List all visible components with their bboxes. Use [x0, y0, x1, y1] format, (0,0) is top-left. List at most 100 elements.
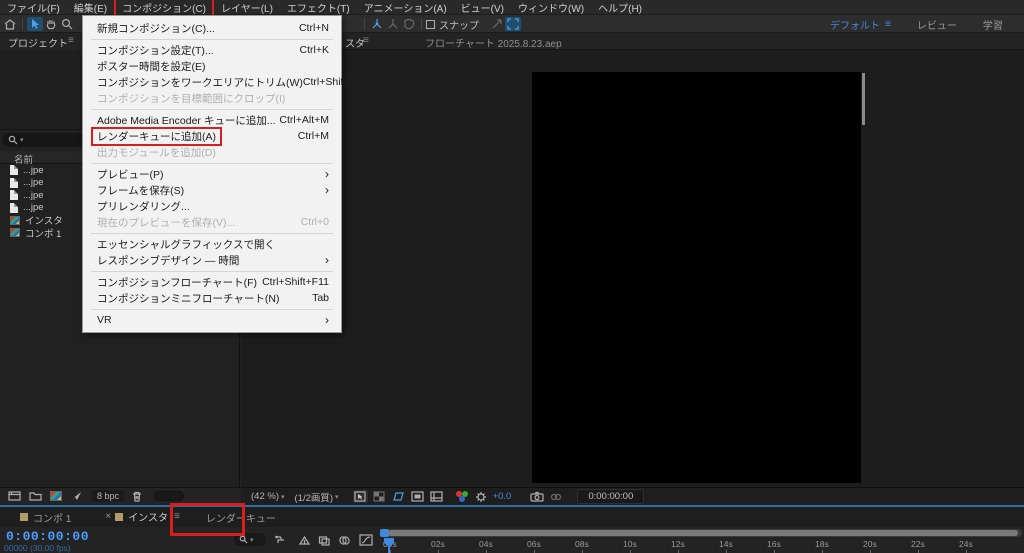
file-icon [10, 178, 18, 188]
magnification-select[interactable]: (42 %) ▾ [251, 491, 285, 502]
channel-settings-icon[interactable] [456, 491, 470, 503]
menu-item-composition-settings[interactable]: コンポジション設定(T)...Ctrl+K [83, 42, 341, 58]
chevron-down-icon: ▾ [335, 493, 339, 501]
workspace-tab-learn[interactable]: 学習 [983, 17, 1003, 32]
viewer-scrollbar[interactable] [862, 73, 865, 125]
file-icon [10, 190, 18, 200]
trash-icon[interactable] [132, 491, 142, 502]
menu-layer[interactable]: レイヤー(L) [214, 0, 280, 16]
selection-tool-icon[interactable] [27, 17, 43, 31]
ruler-tick: 22s [911, 539, 925, 549]
menu-item-vr[interactable]: VR› [83, 312, 341, 328]
menu-item-add-to-render-queue[interactable]: レンダーキューに追加(A) Ctrl+M [83, 128, 341, 144]
zoom-tool-icon[interactable] [59, 17, 75, 31]
resolution-select[interactable]: (1/2画質) ▾ [295, 490, 339, 504]
ruler-tick: 04s [479, 539, 493, 549]
project-footer: 8 bpc [0, 487, 240, 504]
show-snapshot-icon[interactable] [548, 490, 563, 503]
transform-gizmo-icon[interactable] [505, 17, 521, 31]
snap-label: スナップ [439, 17, 479, 32]
menu-item-trim-to-workarea[interactable]: コンポジションをワークエリアにトリム(W)Ctrl+Shift+X [83, 74, 341, 90]
menu-item-composition-mini-flowchart[interactable]: コンポジションミニフローチャート(N)Tab [83, 290, 341, 306]
menu-item-crop-to-region: コンポジションを目標範囲にクロップ(I) [83, 90, 341, 106]
menu-file[interactable]: ファイル(F) [0, 0, 67, 16]
search-icon [8, 135, 18, 145]
ruler-tick: 06s [527, 539, 541, 549]
world-axis-mode-icon[interactable] [385, 17, 401, 31]
transparency-grid-icon[interactable] [372, 490, 387, 503]
workspace-tab-review[interactable]: レビュー [917, 17, 957, 32]
menu-item-add-output-module: 出力モジュールを追加(D) [83, 144, 341, 160]
composition-icon [10, 228, 20, 237]
playhead-line [388, 546, 390, 553]
menu-window[interactable]: ウィンドウ(W) [511, 0, 591, 16]
render-queue-tab-highlight-box [170, 503, 245, 536]
project-settings-icon[interactable] [70, 491, 82, 501]
menu-item-set-poster-time[interactable]: ポスター時間を設定(E) [83, 58, 341, 74]
new-folder-icon[interactable] [29, 491, 42, 501]
composition-viewer[interactable] [241, 50, 1024, 487]
menu-separator [91, 163, 333, 164]
viewer-timecode-field[interactable]: 0:00:00:00 [577, 489, 644, 504]
home-icon[interactable] [2, 17, 18, 31]
exposure-gear-icon[interactable] [474, 490, 489, 503]
timeline-content: 0:00:00:00 00000 (30.00 fps) ▾ [0, 527, 1024, 553]
menu-edit[interactable]: 編集(E) [67, 0, 114, 16]
panel-menu-icon[interactable]: ≡ [68, 35, 74, 46]
workspace-menu-icon[interactable]: ≡ [885, 19, 891, 30]
file-icon [10, 203, 18, 213]
menu-bar: ファイル(F) 編集(E) コンポジション(C) レイヤー(L) エフェクト(T… [0, 0, 1024, 15]
guide-options-icon[interactable] [429, 490, 444, 503]
snap-checkbox[interactable] [426, 20, 435, 29]
menu-separator [91, 271, 333, 272]
ruler-tick: 08s [575, 539, 589, 549]
composition-dropdown-menu: 新規コンポジション(C)...Ctrl+N コンポジション設定(T)...Ctr… [82, 15, 342, 333]
project-panel-tab[interactable]: プロジェクト [8, 35, 68, 50]
shape-tool-icon[interactable] [489, 17, 505, 31]
hand-tool-icon[interactable] [43, 17, 59, 31]
menu-item-preview[interactable]: プレビュー(P)› [83, 166, 341, 182]
menu-animation[interactable]: アニメーション(A) [357, 0, 454, 16]
ruler-tick: 18s [815, 539, 829, 549]
region-of-interest-icon[interactable] [391, 490, 406, 503]
close-icon[interactable]: × [105, 511, 111, 522]
mask-visibility-icon[interactable] [410, 490, 425, 503]
workspace-tab-default[interactable]: デフォルト [830, 17, 880, 32]
timeline-navigator-bar[interactable] [380, 529, 1022, 537]
menu-item-new-composition[interactable]: 新規コンポジション(C)...Ctrl+N [83, 20, 341, 36]
local-axis-mode-icon[interactable] [369, 17, 385, 31]
exposure-value[interactable]: +0.0 [493, 491, 512, 502]
composition-panel-tab-partial[interactable]: スタ [345, 35, 365, 50]
timeline-tab-comp1[interactable]: コンポ 1 [14, 507, 77, 528]
preview-lock-icon[interactable] [353, 490, 368, 503]
snapshot-camera-icon[interactable] [529, 490, 544, 503]
composition-mini-icon [20, 513, 28, 521]
toolbar-divider [364, 18, 365, 30]
menu-separator [91, 39, 333, 40]
ruler-tick: 24s [959, 539, 973, 549]
composition-tab-row: スタ ≡ フローチャート 2025.8.23.aep [241, 33, 1024, 50]
menu-item-responsive-design-time[interactable]: レスポンシブデザイン — 時間› [83, 252, 341, 268]
ruler-tick: 02s [431, 539, 445, 549]
menu-view[interactable]: ビュー(V) [454, 0, 511, 16]
submenu-arrow-icon: › [325, 167, 329, 181]
composition-canvas[interactable] [532, 72, 861, 483]
bit-depth-button[interactable]: 8 bpc [92, 490, 124, 502]
ruler-tick: 14s [719, 539, 733, 549]
new-composition-icon[interactable] [50, 491, 62, 501]
interpret-footage-icon[interactable] [8, 491, 21, 501]
menu-item-open-in-essential-graphics[interactable]: エッセンシャルグラフィックスで開く [83, 236, 341, 252]
menu-help[interactable]: ヘルプ(H) [591, 0, 649, 16]
time-ruler[interactable]: 00s 02s 04s 06s 08s 10s 12s 14s 16s 18s … [0, 539, 1024, 553]
menu-item-composition-flowchart[interactable]: コンポジションフローチャート(F)Ctrl+Shift+F11 [83, 274, 341, 290]
menu-effect[interactable]: エフェクト(T) [280, 0, 357, 16]
chevron-down-icon: ▾ [281, 493, 285, 501]
navigator-handle[interactable] [388, 530, 1018, 536]
view-axis-mode-icon[interactable] [401, 17, 417, 31]
menu-item-prerender[interactable]: プリレンダリング... [83, 198, 341, 214]
tab-label: コンポ 1 [33, 510, 71, 525]
file-icon [10, 165, 18, 175]
panel-menu-icon[interactable]: ≡ [363, 35, 369, 46]
menu-item-save-frame[interactable]: フレームを保存(S)› [83, 182, 341, 198]
flowchart-panel-tab[interactable]: フローチャート 2025.8.23.aep [425, 35, 562, 50]
